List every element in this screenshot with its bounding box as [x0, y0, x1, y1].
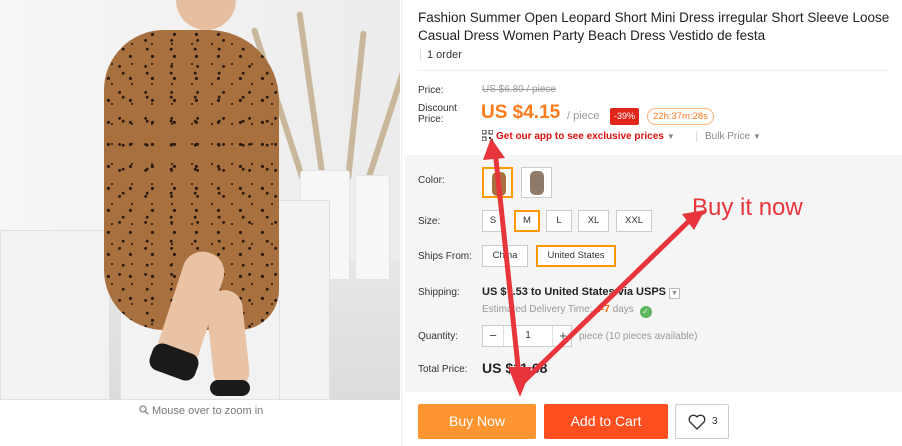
order-count: 1 order [420, 49, 462, 61]
wishlist-button[interactable]: 3 [675, 404, 729, 439]
app-promo-link[interactable]: Get our app to see exclusive prices ▼ [482, 130, 675, 142]
magnifier-icon [139, 405, 149, 415]
delivery-suffix: days [612, 304, 634, 315]
quantity-label: Quantity: [418, 331, 459, 342]
chevron-down-icon: ▼ [666, 132, 675, 141]
product-image[interactable] [0, 0, 400, 400]
bulk-price-text: Bulk Price [705, 131, 751, 142]
annotation-text: Buy it now [692, 194, 803, 221]
bulk-price-dropdown[interactable]: Bulk Price ▼ [696, 131, 761, 142]
product-title: Fashion Summer Open Leopard Short Mini D… [418, 10, 890, 43]
quantity-stepper: − 1 + [482, 325, 572, 347]
heart-icon [688, 414, 706, 430]
model-sandal [210, 380, 250, 396]
title-divider [418, 70, 888, 71]
qr-code-icon [482, 130, 493, 141]
zoom-hint-text: Mouse over to zoom in [152, 405, 264, 417]
decor-block [0, 230, 110, 400]
price-label: Price: [418, 85, 444, 96]
color-label: Color: [418, 175, 445, 186]
size-option-s[interactable]: S [482, 210, 504, 232]
quantity-decrement-button[interactable]: − [483, 326, 503, 346]
available-pieces: piece (10 pieces available) [579, 331, 698, 342]
ships-from-label: Ships From: [418, 251, 472, 262]
discount-badge: -39% [610, 108, 640, 125]
swatch-image [530, 171, 544, 195]
ships-from-china[interactable]: China [482, 245, 528, 267]
delivery-days: 4-7 [595, 304, 610, 315]
quantity-increment-button[interactable]: + [553, 326, 573, 346]
delivery-prefix: Estimated Delivery Time: [482, 304, 593, 315]
ships-from-united-states[interactable]: United States [536, 245, 616, 267]
swatch-image [492, 172, 506, 196]
column-divider [401, 0, 402, 446]
buy-now-button[interactable]: Buy Now [418, 404, 536, 439]
wishlist-count: 3 [712, 416, 718, 427]
size-option-l[interactable]: L [546, 210, 572, 232]
shipping-summary-text: US $7.53 to United States via USPS [482, 286, 667, 298]
quantity-input[interactable]: 1 [503, 326, 553, 346]
size-option-xxl[interactable]: XXL [616, 210, 652, 232]
sku-panel [405, 155, 902, 392]
decor-vase [355, 175, 390, 280]
discount-label-line2: Price: [418, 114, 444, 125]
total-price: US $11.68 [482, 360, 548, 376]
check-circle-icon: ✓ [639, 306, 652, 318]
add-to-cart-button[interactable]: Add to Cart [544, 404, 668, 439]
size-option-m[interactable]: M [514, 210, 540, 232]
zoom-hint: Mouse over to zoom in [139, 405, 263, 417]
discount-price: US $4.15 [481, 102, 561, 123]
app-promo-text: Get our app to see exclusive prices [496, 131, 664, 142]
total-price-label: Total Price: [418, 364, 468, 375]
size-label: Size: [418, 216, 441, 227]
discount-price-label: Discount Price: [418, 103, 457, 125]
delivery-estimate: Estimated Delivery Time: 4-7 days ✓ [482, 304, 652, 318]
original-price: US $6.80 / piece [482, 84, 556, 95]
color-swatch-leopard[interactable] [482, 167, 513, 198]
size-option-xl[interactable]: XL [578, 210, 609, 232]
color-swatch-alt[interactable] [521, 167, 552, 198]
countdown-timer: 22h:37m:28s [647, 108, 714, 125]
shipping-label: Shipping: [418, 287, 460, 298]
chevron-down-icon[interactable]: ▼ [669, 288, 681, 299]
per-piece-unit: / piece [567, 110, 600, 122]
discount-label-line1: Discount [418, 103, 457, 114]
chevron-down-icon: ▼ [753, 132, 761, 141]
shipping-summary[interactable]: US $7.53 to United States via USPS ▼ [482, 286, 681, 299]
